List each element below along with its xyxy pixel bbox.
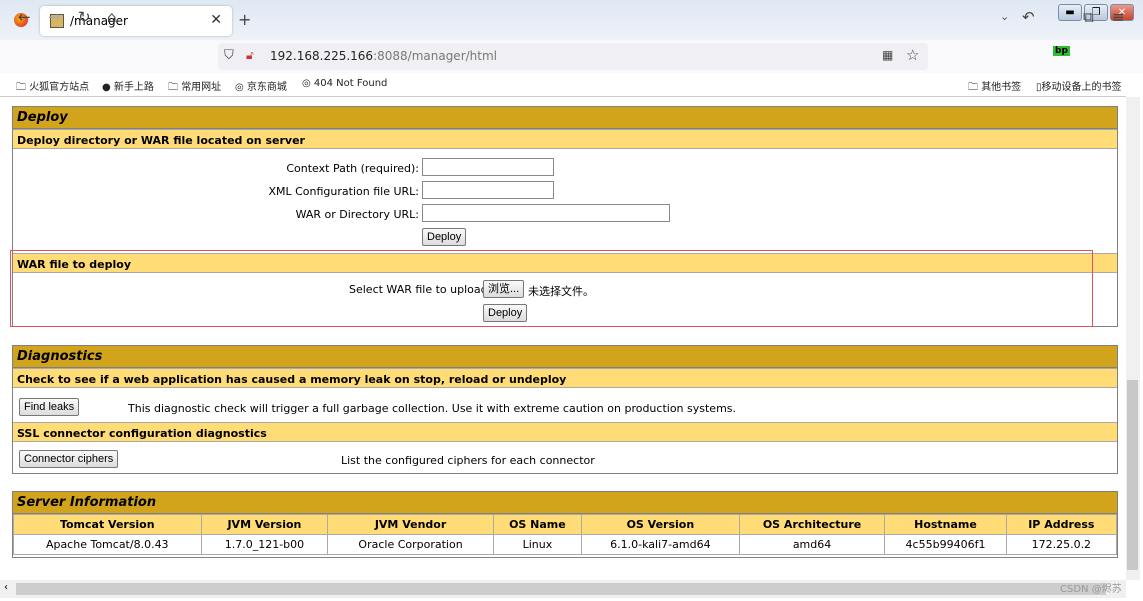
cell: amd64 bbox=[738, 534, 886, 555]
scroll-left-icon[interactable]: ‹ bbox=[4, 582, 8, 593]
qr-code-icon[interactable]: ▦ bbox=[882, 48, 893, 62]
cell: 172.25.0.2 bbox=[1005, 534, 1118, 555]
table-header-row: Tomcat Version JVM Version JVM Vendor OS… bbox=[13, 514, 1118, 535]
col-header: OS Version bbox=[581, 514, 740, 535]
forward-icon[interactable]: → bbox=[48, 8, 61, 26]
bookmark-3[interactable]: 🗀 常用网址 bbox=[168, 78, 221, 97]
bookmark-other[interactable]: 🗀 其他书签 bbox=[968, 78, 1021, 97]
context-path-input[interactable] bbox=[422, 158, 554, 176]
burp-extension-icon[interactable]: bp bbox=[1053, 46, 1070, 56]
ssl-header: SSL connector configuration diagnostics bbox=[13, 422, 1117, 442]
bookmark-star-icon[interactable]: ☆ bbox=[906, 46, 919, 64]
bookmark-4[interactable]: ◎ 京东商城 bbox=[235, 78, 287, 93]
url-path: :8088/manager/html bbox=[373, 49, 497, 63]
xml-config-input[interactable] bbox=[422, 181, 554, 199]
context-path-label: Context Path (required): bbox=[286, 162, 419, 175]
server-info-table: Tomcat Version JVM Version JVM Vendor OS… bbox=[13, 514, 1118, 555]
bookmark-mobile[interactable]: ▯移动设备上的书签 bbox=[1036, 78, 1122, 93]
vertical-scroll-thumb[interactable] bbox=[1127, 380, 1138, 570]
horizontal-scroll-thumb[interactable] bbox=[16, 583, 1106, 595]
col-header: Tomcat Version bbox=[13, 514, 202, 535]
url-bar[interactable]: ⛉ 🔓︎ 192.168.225.166:8088/manager/html ▦… bbox=[218, 43, 928, 70]
war-dir-input[interactable] bbox=[422, 204, 670, 222]
deploy-title: Deploy bbox=[13, 107, 1117, 129]
reload-icon[interactable]: ↻ bbox=[78, 8, 91, 26]
xml-config-label: XML Configuration file URL: bbox=[268, 185, 419, 198]
connector-ciphers-button[interactable]: Connector ciphers bbox=[19, 450, 119, 468]
diagnostics-panel: Diagnostics Check to see if a web applic… bbox=[12, 345, 1118, 474]
bookmark-1[interactable]: 🗀 火狐官方站点 bbox=[16, 78, 89, 97]
find-leaks-button[interactable]: Find leaks bbox=[19, 398, 80, 416]
home-icon[interactable]: ⌂ bbox=[107, 8, 117, 26]
deploy-server-header: Deploy directory or WAR file located on … bbox=[13, 129, 1117, 149]
cell: Linux bbox=[492, 534, 583, 555]
minimize-button[interactable]: ▬ bbox=[1058, 4, 1082, 21]
bookmark-2[interactable]: ● 新手上路 bbox=[102, 78, 154, 93]
col-header: OS Architecture bbox=[738, 514, 886, 535]
col-header: JVM Vendor bbox=[327, 514, 494, 535]
tab-manager[interactable]: /manager ✕ bbox=[40, 6, 232, 36]
deploy-dir-button[interactable]: Deploy bbox=[422, 228, 467, 246]
col-header: JVM Version bbox=[200, 514, 329, 535]
divider bbox=[0, 96, 1126, 97]
col-header: Hostname bbox=[884, 514, 1007, 535]
server-info-title: Server Information bbox=[13, 492, 1117, 514]
ciphers-description: List the configured ciphers for each con… bbox=[341, 454, 595, 467]
cell: Apache Tomcat/8.0.43 bbox=[13, 534, 202, 555]
highlight-box bbox=[10, 250, 1093, 327]
bookmark-5[interactable]: ◎ 404 Not Found bbox=[302, 78, 387, 89]
leak-header: Check to see if a web application has ca… bbox=[13, 368, 1117, 388]
col-header: OS Name bbox=[492, 514, 583, 535]
url-host: 192.168.225.166 bbox=[270, 49, 374, 63]
close-tab-icon[interactable]: ✕ bbox=[210, 12, 222, 28]
war-dir-label: WAR or Directory URL: bbox=[295, 208, 419, 221]
table-row: Apache Tomcat/8.0.43 1.7.0_121-b00 Oracl… bbox=[13, 534, 1118, 555]
watermark: CSDN @烬苏 bbox=[1060, 584, 1122, 595]
list-tabs-icon[interactable]: ⌄ bbox=[1000, 10, 1009, 23]
server-info-panel: Server Information Tomcat Version JVM Ve… bbox=[12, 491, 1118, 558]
menu-icon[interactable]: ≡ bbox=[1112, 8, 1125, 26]
shield-icon[interactable]: ⛉ bbox=[224, 48, 234, 63]
cell: 6.1.0-kali7-amd64 bbox=[581, 534, 740, 555]
extensions-icon[interactable]: ⧉ bbox=[1083, 8, 1094, 26]
cell: 4c55b99406f1 bbox=[884, 534, 1007, 555]
diagnostics-title: Diagnostics bbox=[13, 346, 1117, 368]
undo-icon[interactable]: ↶ bbox=[1022, 8, 1035, 26]
leak-description: This diagnostic check will trigger a ful… bbox=[128, 402, 737, 415]
cell: 1.7.0_121-b00 bbox=[200, 534, 329, 555]
col-header: IP Address bbox=[1005, 514, 1118, 535]
back-icon[interactable]: ← bbox=[18, 8, 31, 26]
new-tab-icon[interactable]: + bbox=[238, 10, 251, 29]
cell: Oracle Corporation bbox=[327, 534, 494, 555]
insecure-lock-icon[interactable]: 🔓︎ bbox=[246, 48, 254, 63]
